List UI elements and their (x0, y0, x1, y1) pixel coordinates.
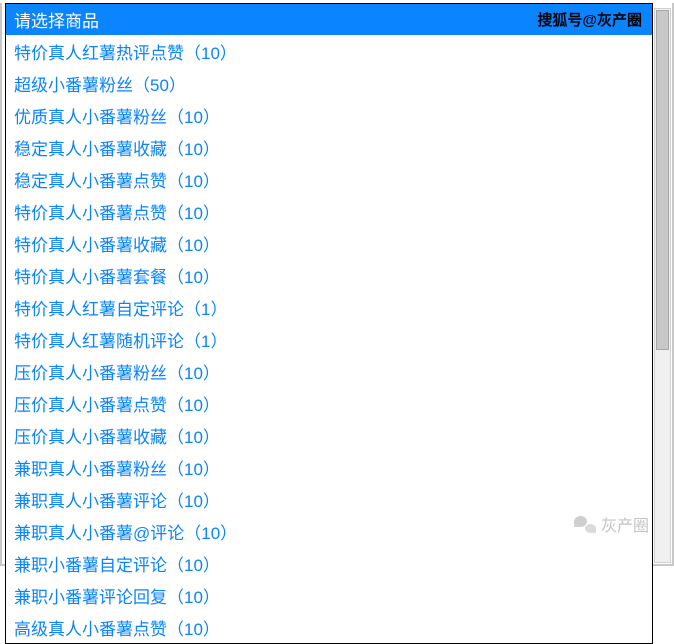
watermark-bottom-text: 灰产圈 (601, 512, 649, 536)
option-item[interactable]: 兼职真人小番薯评论（10） (6, 483, 652, 515)
option-item[interactable]: 兼职真人小番薯粉丝（10） (6, 451, 652, 483)
option-item[interactable]: 压价真人小番薯点赞（10） (6, 387, 652, 419)
dropdown-placeholder: 请选择商品 (14, 7, 99, 32)
scrollbar-track[interactable] (654, 8, 671, 563)
option-item[interactable]: 稳定真人小番薯收藏（10） (6, 131, 652, 163)
option-item[interactable]: 兼职小番薯评论回复（10） (6, 579, 652, 611)
option-item[interactable]: 超级小番薯粉丝（50） (6, 67, 652, 99)
option-item[interactable]: 稳定真人小番薯点赞（10） (6, 163, 652, 195)
option-item[interactable]: 压价真人小番薯粉丝（10） (6, 355, 652, 387)
option-item[interactable]: 特价真人小番薯收藏（10） (6, 227, 652, 259)
option-item[interactable]: 特价真人小番薯点赞（10） (6, 195, 652, 227)
scrollbar-thumb[interactable] (656, 10, 669, 350)
option-item[interactable]: 高级真人小番薯点赞（10） (6, 611, 652, 643)
option-item[interactable]: 特价真人红薯热评点赞（10） (6, 35, 652, 67)
watermark-bottom: 灰产圈 (574, 512, 649, 536)
product-dropdown[interactable]: 请选择商品 搜狐号@灰产圈 特价真人红薯热评点赞（10） 超级小番薯粉丝（50）… (5, 3, 653, 644)
options-list: 特价真人红薯热评点赞（10） 超级小番薯粉丝（50） 优质真人小番薯粉丝（10）… (6, 35, 652, 643)
option-item[interactable]: 压价真人小番薯收藏（10） (6, 419, 652, 451)
option-item[interactable]: 兼职小番薯自定评论（10） (6, 547, 652, 579)
dropdown-header[interactable]: 请选择商品 搜狐号@灰产圈 (6, 4, 652, 35)
option-item[interactable]: 兼职真人小番薯@评论（10） (6, 515, 652, 547)
wechat-icon (574, 515, 596, 533)
watermark-top: 搜狐号@灰产圈 (535, 9, 644, 30)
option-item[interactable]: 特价真人小番薯套餐（10） (6, 259, 652, 291)
option-item[interactable]: 特价真人红薯自定评论（1） (6, 291, 652, 323)
option-item[interactable]: 特价真人红薯随机评论（1） (6, 323, 652, 355)
option-item[interactable]: 优质真人小番薯粉丝（10） (6, 99, 652, 131)
